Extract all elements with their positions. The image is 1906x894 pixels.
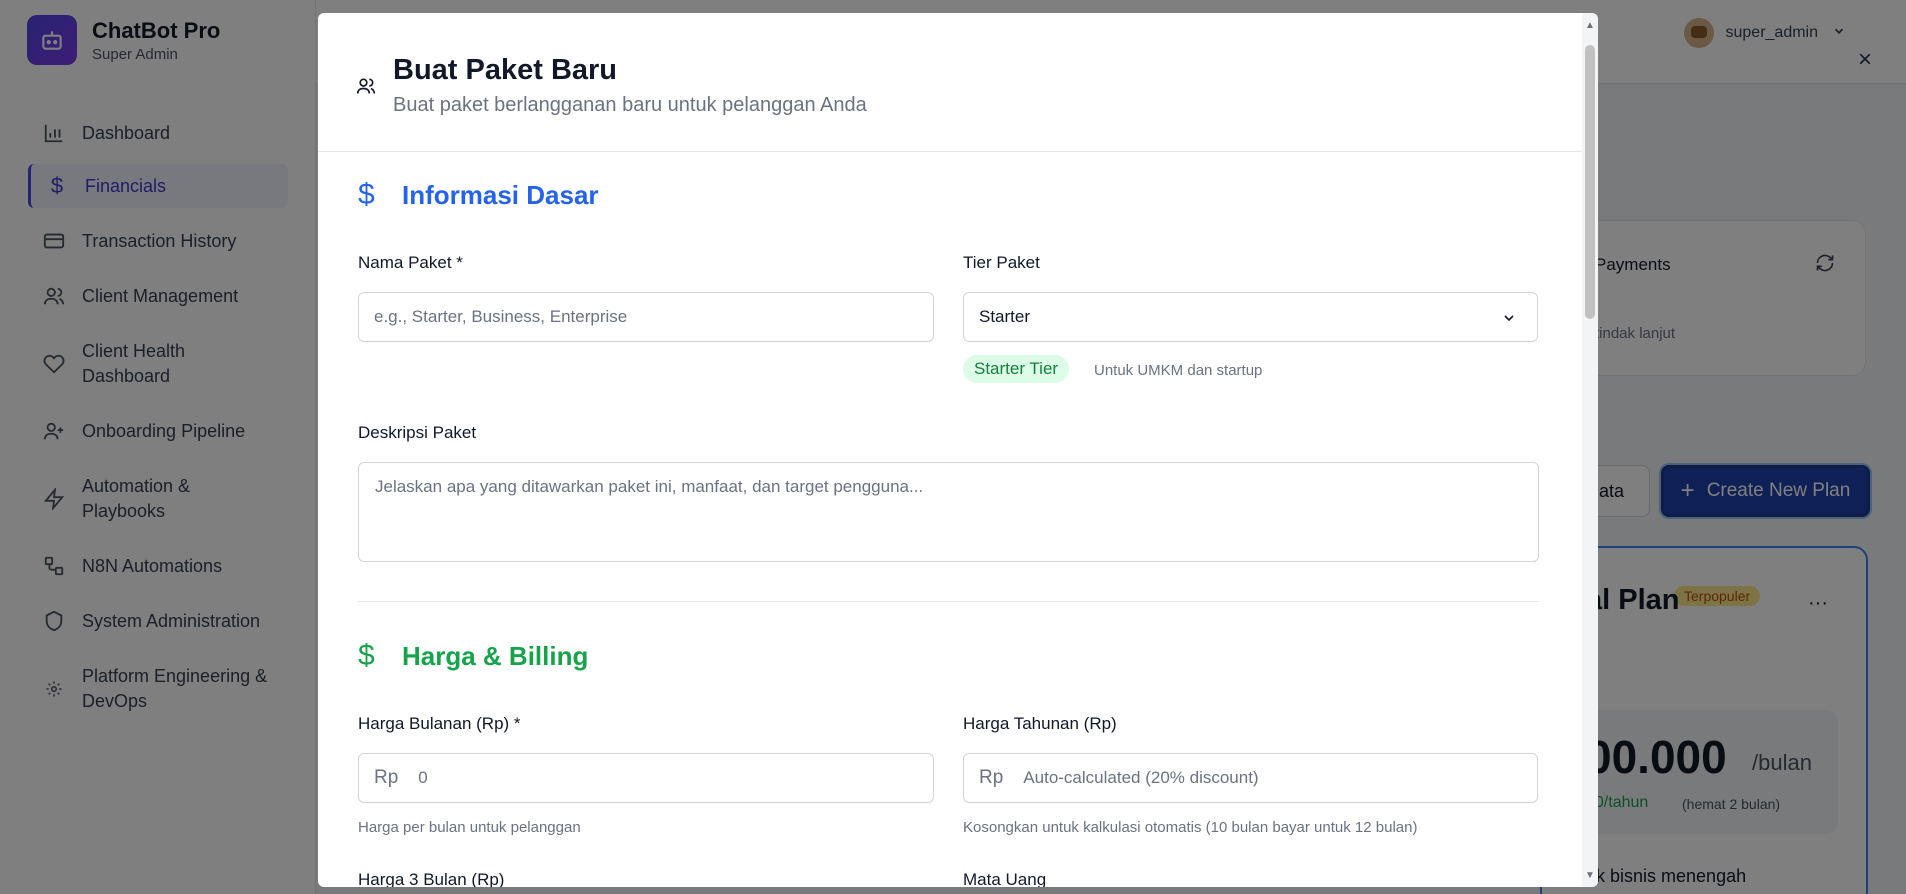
create-plan-dialog: Buat Paket Baru Buat paket berlangganan …	[318, 13, 1598, 887]
plan-tier-value: Starter	[979, 307, 1031, 326]
plan-name-label: Nama Paket *	[358, 253, 463, 272]
dialog-scrollbar[interactable]: ▲ ▼	[1582, 13, 1598, 887]
currency-label: Mata Uang	[963, 870, 1047, 887]
plan-description-placeholder: Jelaskan apa yang ditawarkan paket ini, …	[375, 477, 924, 496]
monthly-price-input[interactable]: Rp 0	[358, 753, 934, 803]
currency-prefix: Rp	[374, 767, 399, 788]
monthly-price-label: Harga Bulanan (Rp) *	[358, 714, 521, 733]
quarterly-price-label: Harga 3 Bulan (Rp)	[358, 870, 505, 887]
dialog-title: Buat Paket Baru	[393, 54, 618, 86]
dollar-icon: $	[358, 178, 375, 211]
scroll-up-arrow-icon[interactable]: ▲	[1585, 21, 1595, 31]
plan-name-input[interactable]: e.g., Starter, Business, Enterprise	[358, 292, 934, 342]
plan-description-textarea[interactable]: Jelaskan apa yang ditawarkan paket ini, …	[358, 462, 1539, 562]
currency-prefix: Rp	[979, 767, 1004, 788]
monthly-price-placeholder: 0	[418, 768, 428, 787]
section-divider	[358, 601, 1539, 602]
yearly-price-label: Harga Tahunan (Rp)	[963, 714, 1117, 733]
plan-tier-label: Tier Paket	[963, 253, 1040, 272]
monthly-price-hint: Harga per bulan untuk pelanggan	[358, 819, 581, 836]
section-title-text: Informasi Dasar	[402, 179, 599, 210]
section-basic-info-title: $ Informasi Dasar	[358, 178, 599, 212]
scrollbar-thumb[interactable]	[1585, 45, 1595, 319]
plan-name-placeholder: e.g., Starter, Business, Enterprise	[374, 307, 628, 326]
yearly-price-placeholder: Auto-calculated (20% discount)	[1023, 768, 1259, 787]
dialog-header: Buat Paket Baru Buat paket berlangganan …	[318, 13, 1582, 152]
dialog-subtitle: Buat paket berlangganan baru untuk pelan…	[393, 94, 867, 116]
section-pricing-title: $ Harga & Billing	[358, 639, 588, 673]
section-title-text: Harga & Billing	[402, 640, 589, 671]
yearly-price-hint: Kosongkan untuk kalkulasi otomatis (10 b…	[963, 819, 1418, 836]
users-icon	[356, 76, 376, 101]
plan-description-label: Deskripsi Paket	[358, 423, 477, 442]
tier-badge: Starter Tier	[963, 355, 1070, 383]
close-icon[interactable]: ×	[1858, 48, 1878, 72]
plan-tier-select[interactable]: Starter	[963, 292, 1538, 342]
dollar-icon: $	[358, 639, 375, 672]
chevron-down-icon	[1501, 310, 1517, 331]
yearly-price-input[interactable]: Rp Auto-calculated (20% discount)	[963, 753, 1538, 803]
scroll-down-arrow-icon[interactable]: ▼	[1585, 871, 1595, 881]
tier-hint: Untuk UMKM dan startup	[1094, 362, 1263, 379]
